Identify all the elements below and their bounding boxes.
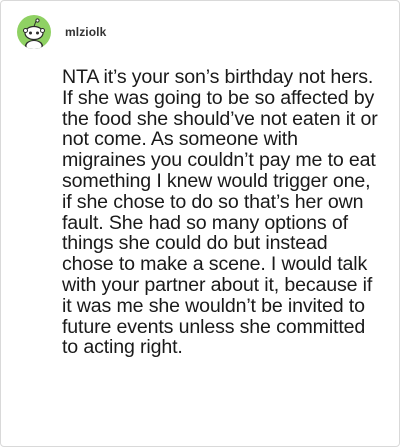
username[interactable]: mlziolk [65, 25, 106, 39]
avatar[interactable] [17, 15, 51, 49]
reddit-snoo-avatar-icon [23, 18, 45, 49]
comment-header: mlziolk [17, 15, 106, 49]
comment-body: NTA it’s your son’s birthday not hers. I… [62, 66, 378, 359]
comment-card: mlziolk NTA it’s your son’s birthday not… [0, 0, 400, 447]
